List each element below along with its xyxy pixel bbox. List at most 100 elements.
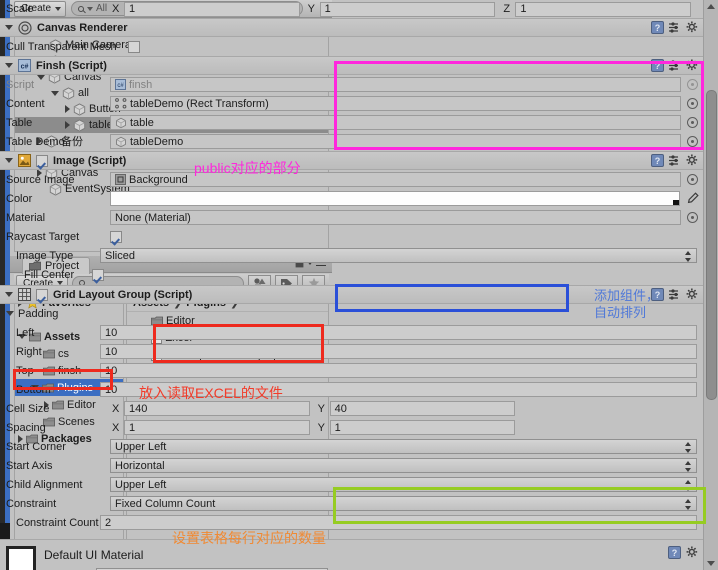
axis-x-label: X <box>112 402 120 415</box>
component-header-icons[interactable]: ? <box>651 21 699 34</box>
color-row[interactable]: Color <box>0 189 703 208</box>
spacing-y-field[interactable]: 1 <box>329 420 516 435</box>
grid-layout-enabled-checkbox[interactable] <box>36 288 48 301</box>
gear-icon[interactable] <box>686 288 699 301</box>
cell-size-y-field[interactable]: 40 <box>329 401 516 416</box>
start-corner-label: Start Corner <box>6 440 66 453</box>
scale-z-field[interactable]: 1 <box>515 1 692 17</box>
annotation-box-constraint <box>333 487 706 524</box>
canvas-renderer-icon <box>18 20 32 35</box>
help-icon[interactable]: ? <box>668 546 681 559</box>
material-row[interactable]: Material None (Material) <box>0 208 703 227</box>
start-axis-row[interactable]: Start Axis Horizontal <box>0 456 703 475</box>
preset-icon[interactable] <box>669 289 681 300</box>
raycast-target-checkbox[interactable] <box>110 230 122 243</box>
fill-center-row[interactable]: Fill Center <box>0 265 703 284</box>
object-picker-icon[interactable] <box>687 212 698 223</box>
material-field[interactable]: None (Material) <box>110 210 681 225</box>
spacing-x-field[interactable]: 1 <box>124 420 310 435</box>
chevron-down-icon[interactable] <box>5 25 13 30</box>
padding-top-field[interactable]: 10 <box>100 363 697 378</box>
scrollbar-thumb[interactable] <box>706 90 717 400</box>
start-corner-row[interactable]: Start Corner Upper Left <box>0 437 703 456</box>
inspector-scrollbar[interactable] <box>703 0 718 570</box>
cell-size-x-field[interactable]: 140 <box>124 401 310 416</box>
image-component-icon <box>18 154 31 167</box>
image-type-row[interactable]: Image Type Sliced <box>0 246 703 265</box>
image-component-enabled-checkbox[interactable] <box>36 154 48 167</box>
start-axis-dropdown[interactable]: Horizontal <box>110 458 697 473</box>
inspector-panel: Rotation X 0 Y 0 Z 0 Scale X 1 Y 1 <box>0 0 718 570</box>
finsh-content-value: tableDemo (Rect Transform) <box>130 97 269 110</box>
spacing-xy[interactable]: X 1 Y 1 <box>110 420 703 435</box>
unity-editor-window: Create All SampleScene* <box>0 0 718 570</box>
padding-right-label: Right <box>16 345 42 358</box>
material-value: None (Material) <box>115 211 191 224</box>
chevron-down-icon[interactable] <box>6 311 14 316</box>
color-swatch-field[interactable] <box>110 191 680 206</box>
start-corner-value: Upper Left <box>115 440 167 453</box>
scale-y-field[interactable]: 1 <box>319 1 496 17</box>
object-picker-icon[interactable] <box>687 174 698 185</box>
chevron-down-icon[interactable] <box>5 63 13 68</box>
preset-icon[interactable] <box>669 22 681 33</box>
padding-right-row[interactable]: Right 10 <box>0 342 703 361</box>
axis-y-label: Y <box>307 3 316 15</box>
start-corner-dropdown[interactable]: Upper Left <box>110 439 697 454</box>
scroll-up-arrow-icon[interactable] <box>707 4 715 9</box>
material-title: Default UI Material <box>44 548 144 562</box>
svg-text:c#: c# <box>21 64 29 71</box>
padding-left-row[interactable]: Left 10 <box>0 323 703 342</box>
material-header-icons[interactable]: ? <box>668 546 699 559</box>
scale-x-field[interactable]: 1 <box>124 1 300 17</box>
spacing-row[interactable]: Spacing X 1 Y 1 <box>0 418 703 437</box>
cull-transparent-mesh-checkbox[interactable] <box>128 40 140 53</box>
start-axis-value: Horizontal <box>115 459 165 472</box>
source-image-row[interactable]: Source Image Background <box>0 170 703 189</box>
help-icon[interactable]: ? <box>651 21 664 34</box>
chevron-down-icon[interactable] <box>5 292 13 297</box>
material-footer: Default UI Material Shader UI/Default ? <box>0 539 703 570</box>
help-icon[interactable]: ? <box>651 154 664 167</box>
finsh-table-label: Table <box>6 116 33 129</box>
axis-x-label: X <box>112 421 120 434</box>
cell-size-xy[interactable]: X 140 Y 40 <box>110 401 703 416</box>
component-header-icons[interactable]: ? <box>651 154 699 167</box>
grid-layout-title: Grid Layout Group (Script) <box>53 288 193 301</box>
gear-icon[interactable] <box>686 546 699 559</box>
sprite-icon <box>115 174 126 185</box>
axis-x-label: X <box>112 3 120 15</box>
cell-size-row[interactable]: Cell Size X 140 Y 40 <box>0 399 703 418</box>
finsh-table-demo-label: Table Demo <box>6 135 65 148</box>
transform-scale-row[interactable]: Scale X 1 Y 1 Z 1 <box>0 0 703 18</box>
image-type-value: Sliced <box>105 249 135 262</box>
finsh-script-title: Finsh (Script) <box>36 59 107 72</box>
fill-center-checkbox[interactable] <box>92 268 104 281</box>
axis-z-label: Z <box>503 3 511 15</box>
eyedropper-icon[interactable] <box>686 191 699 206</box>
constraint-value: Fixed Column Count <box>115 497 216 510</box>
image-type-dropdown[interactable]: Sliced <box>100 248 697 263</box>
scroll-down-arrow-icon[interactable] <box>707 561 715 566</box>
cull-transparent-mesh-label: Cull Transparent Mesh <box>6 40 117 53</box>
cull-transparent-mesh-row[interactable]: Cull Transparent Mesh <box>0 37 703 56</box>
shader-row[interactable]: Shader UI/Default <box>44 566 703 570</box>
component-header-canvas-renderer[interactable]: Canvas Renderer ? <box>0 18 703 37</box>
grid-layout-icon <box>18 288 31 301</box>
child-alignment-label: Child Alignment <box>6 478 83 491</box>
axis-y-label: Y <box>317 421 326 434</box>
preset-icon[interactable] <box>669 155 681 166</box>
gear-icon[interactable] <box>686 154 699 167</box>
gear-icon[interactable] <box>686 21 699 34</box>
scale-xyz[interactable]: X 1 Y 1 Z 1 <box>110 1 703 17</box>
component-header-image-script[interactable]: Image (Script) ? <box>0 151 703 170</box>
raycast-target-label: Raycast Target <box>6 230 80 243</box>
finsh-content-label: Content <box>6 97 45 110</box>
padding-label: Padding <box>18 307 59 320</box>
raycast-target-row[interactable]: Raycast Target <box>0 227 703 246</box>
canvas-renderer-title: Canvas Renderer <box>37 21 128 34</box>
svg-text:c#: c# <box>117 83 124 89</box>
child-alignment-value: Upper Left <box>115 478 167 491</box>
chevron-down-icon[interactable] <box>5 158 13 163</box>
material-preview <box>6 546 36 570</box>
